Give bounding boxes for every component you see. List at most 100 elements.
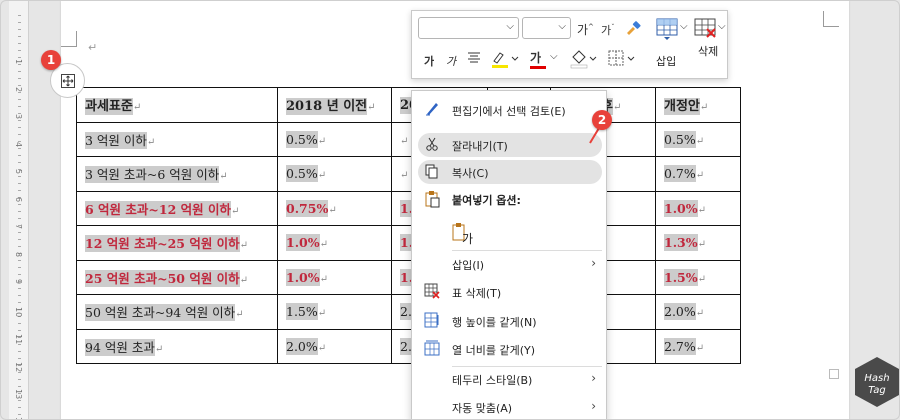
table-row[interactable]: 25 억원 초과~50 억원 이하↵1.0%↵1.↵%↵*3.6%↵1.5%↵: [76, 259, 741, 295]
chevron-right-icon: ›: [591, 256, 596, 270]
copy-icon: [424, 163, 442, 181]
table-header-row[interactable]: 과세표준↵2018 년 이전↵20↵↵1 년 이후↵개정안↵: [76, 87, 741, 123]
tax-rate-table[interactable]: 과세표준↵2018 년 이전↵20↵↵1 년 이후↵개정안↵3 억원 이하↵0.…: [76, 87, 741, 364]
vertical-ruler[interactable]: 1234567891011121314: [9, 1, 29, 419]
table-cell[interactable]: 2.0%↵: [655, 294, 741, 330]
shading-button[interactable]: [570, 49, 598, 72]
shrink-font-button[interactable]: 가ˇ: [601, 22, 615, 38]
table-row[interactable]: 12 억원 초과~25 억원 이하↵1.0%↵1.↵%↵*3.6%↵1.3%↵: [76, 225, 741, 261]
table-row[interactable]: 6 억원 초과~12 억원 이하↵0.75%↵1.↵%↵*2.2%↵1.0%↵: [76, 190, 741, 226]
menu-item-review[interactable]: 편집기에서 선택 검토(E): [412, 98, 606, 122]
ruler-number: 3: [14, 114, 23, 120]
table-resize-handle[interactable]: [829, 369, 839, 379]
ruler-tick: [18, 22, 21, 23]
table-cell[interactable]: 94 억원 초과↵: [76, 328, 278, 364]
cell-end-mark: ↵: [612, 102, 622, 114]
menu-item-copy[interactable]: 복사(C): [418, 160, 602, 184]
table-row[interactable]: 3 억원 이하↵0.5%↵↵↵*1.2%↵0.5%↵: [76, 121, 741, 157]
table-cell[interactable]: 1.0%↵: [277, 259, 392, 295]
table-cell[interactable]: 0.7%↵: [655, 156, 741, 192]
cell-text: 2.0%: [286, 337, 318, 355]
grow-font-button[interactable]: 가^: [577, 21, 594, 38]
table-row[interactable]: 50 억원 초과~94 억원 이하↵1.5%↵2.↵↵*5.0%↵2.0%↵: [76, 294, 741, 330]
table-row[interactable]: 3 억원 초과~6 억원 이하↵0.5%↵↵↵*1.6%↵0.7%↵: [76, 156, 741, 192]
menu-item-insert[interactable]: 삽입(I) ›: [412, 252, 606, 276]
cell-text: 94 억원 초과: [85, 338, 155, 356]
ruler-tick: [18, 106, 21, 107]
table-cell[interactable]: 2.0%↵: [277, 328, 392, 364]
delete-table-icon: [424, 283, 442, 301]
table-cell[interactable]: 2.7%↵: [655, 328, 741, 364]
step-badge-1: 1: [41, 50, 61, 70]
cell-text: 6 억원 초과~12 억원 이하: [85, 200, 231, 218]
menu-item-distribute-columns[interactable]: 열 너비를 같게(Y): [412, 337, 606, 361]
borders-button[interactable]: [608, 50, 636, 71]
ruler-tick: [18, 85, 21, 86]
cell-end-mark: ↵: [697, 239, 707, 251]
table-cell[interactable]: 1.5%↵: [655, 259, 741, 295]
table-row[interactable]: 94 억원 초과↵2.0%↵2.↵↵*6.0%↵2.7%↵: [76, 328, 741, 364]
align-center-icon: [468, 52, 480, 63]
ruler-tick: [18, 127, 21, 128]
table-cell[interactable]: 3 억원 이하↵: [76, 121, 278, 157]
italic-button[interactable]: 가: [446, 53, 456, 69]
chevron-right-icon: ›: [591, 399, 596, 413]
highlight-button[interactable]: [490, 49, 520, 72]
ruler-tick: [18, 204, 21, 205]
menu-item-delete-table[interactable]: 표 삭제(T): [412, 280, 606, 304]
table-cell[interactable]: 0.5%↵: [277, 156, 392, 192]
insert-button[interactable]: ⌵: [656, 17, 688, 44]
menu-item-autofit[interactable]: 자동 맞춤(A) ›: [412, 395, 606, 419]
menu-item-border-styles[interactable]: 테두리 스타일(B) ›: [412, 367, 606, 391]
ruler-tick: [18, 351, 21, 352]
table-cell[interactable]: 1.0%↵: [277, 225, 392, 261]
logo-text-2: Tag: [868, 385, 886, 396]
align-center-button[interactable]: [467, 51, 481, 68]
cell-text: 0.7%: [664, 165, 696, 183]
cell-end-mark: ↵: [400, 135, 409, 147]
table-cell[interactable]: 1.0%↵: [655, 190, 741, 226]
menu-item-cut[interactable]: 잘라내기(T): [418, 133, 602, 157]
menu-item-label: 열 너비를 같게(Y): [452, 344, 536, 357]
borders-icon: [608, 50, 635, 66]
cell-text: 0.5%: [664, 130, 696, 148]
table-cell[interactable]: 개정안↵: [655, 87, 741, 123]
insert-label: 삽입: [656, 55, 677, 68]
context-menu: 편집기에서 선택 검토(E) 잘라내기(T) 복사(C) 붙여넣기 옵션: 가 …: [411, 90, 607, 419]
delete-button[interactable]: ⌵: [694, 17, 726, 44]
table-cell[interactable]: 3 억원 초과~6 억원 이하↵: [76, 156, 278, 192]
table-cell[interactable]: 1.5%↵: [277, 294, 392, 330]
font-color-button[interactable]: 가 ⌵: [530, 49, 558, 69]
ruler-tick: [18, 386, 21, 387]
table-cell[interactable]: 25 억원 초과~50 억원 이하↵: [76, 259, 278, 295]
bold-button[interactable]: 가: [424, 53, 434, 69]
shrink-font-label: 가: [601, 24, 612, 37]
cell-text: 3 억원 이하: [85, 131, 147, 149]
distribute-columns-icon: [424, 340, 442, 358]
ruler-tick: [18, 64, 21, 65]
ruler-tick: [18, 288, 21, 289]
font-name-combo[interactable]: ⌵: [418, 17, 519, 39]
table-cell[interactable]: 0.5%↵: [277, 121, 392, 157]
table-cell[interactable]: 50 억원 초과~94 억원 이하↵: [76, 294, 278, 330]
ruler-tick: [18, 379, 21, 380]
cell-end-mark: ↵: [230, 205, 240, 217]
table-cell[interactable]: 6 억원 초과~12 억원 이하↵: [76, 190, 278, 226]
font-size-combo[interactable]: ⌵: [522, 17, 571, 39]
table-cell[interactable]: 0.5%↵: [655, 121, 741, 157]
paste-keep-text-button[interactable]: 가: [412, 218, 606, 248]
ruler-tick: [18, 92, 21, 93]
table-cell[interactable]: 1.3%↵: [655, 225, 741, 261]
hashtag-logo: Hash Tag: [853, 355, 899, 409]
cell-text: 과세표준: [85, 98, 133, 116]
delete-label: 삭제: [698, 45, 719, 58]
table-cell[interactable]: 2018 년 이전↵: [277, 87, 392, 123]
table-cell[interactable]: 12 억원 초과~25 억원 이하↵: [76, 225, 278, 261]
table-cell[interactable]: 0.75%↵: [277, 190, 392, 226]
format-painter-button[interactable]: [624, 20, 642, 39]
menu-item-distribute-rows[interactable]: 행 높이를 같게(N): [412, 309, 606, 333]
margin-corner-top-right: [823, 11, 839, 27]
menu-item-paste-options: 붙여넣기 옵션:: [412, 187, 606, 211]
table-cell[interactable]: 과세표준↵: [76, 87, 278, 123]
ruler-number: 13: [14, 389, 23, 400]
